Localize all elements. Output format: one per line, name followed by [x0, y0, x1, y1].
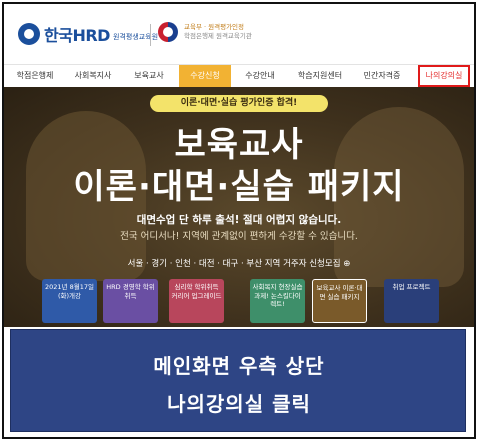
promo-card[interactable]: 사회복지 현장실습과제! 논스킬다이렉트! [250, 279, 305, 323]
gov-line1: 교육부 · 원격평가인정 [184, 23, 245, 31]
header-divider [150, 24, 151, 46]
promo-card-selected[interactable]: 보육교사 이론·대면 실습 패키지 [312, 279, 367, 323]
caption-line1: 메인화면 우측 상단 [153, 354, 325, 378]
promo-card[interactable]: 심리학 학위취득 커리어 업그레이드 [169, 279, 224, 323]
main-nav: 학점은행제 사회복지사 보육교사 수강신청 수강안내 학습지원센터 민간자격증 … [4, 64, 474, 88]
gov-emblem-icon [158, 22, 178, 42]
promo-card[interactable]: HRD 경영학 학위취득 [103, 279, 158, 323]
nav-item-credit-bank[interactable]: 학점은행제 [12, 65, 58, 87]
nav-item-enroll[interactable]: 수강신청 [179, 65, 231, 87]
promo-card[interactable]: 취업 프로젝트 [384, 279, 439, 323]
gov-certification: 교육부 · 원격평가인정 학점은행제 원격교육기관 [158, 22, 252, 42]
logo-text: 한국HRD [44, 26, 110, 45]
nav-item-learning-support[interactable]: 학습지원센터 [291, 65, 349, 87]
tutorial-frame: 한국HRD 원격평생교육원 교육부 · 원격평가인정 학점은행제 원격교육기관 … [2, 2, 476, 439]
banner-badge: 이론·대면·실습 평가인증 합격! [150, 95, 328, 112]
banner-subtitle2: 전국 어디서나! 지역에 관계없이 편하게 수강할 수 있습니다. [120, 231, 358, 242]
instruction-caption: 메인화면 우측 상단 나의강의실 클릭 [10, 329, 466, 432]
nav-item-private-certificate[interactable]: 민간자격증 [356, 65, 408, 87]
site-logo[interactable]: 한국HRD 원격평생교육원 [18, 22, 158, 46]
banner-title-line2: 이론·대면·실습 패키지 [73, 167, 405, 207]
banner-regions[interactable]: 서울 · 경기 · 인천 · 대전 · 대구 · 부산 지역 거주자 신청모집 … [4, 257, 474, 269]
banner-subtitle: 대면수업 단 하루 출석! 절대 어렵지 않습니다. [136, 214, 342, 226]
hrd-logo-icon [18, 23, 40, 45]
gov-line2: 학점은행제 원격교육기관 [184, 32, 252, 40]
site-header: 한국HRD 원격평생교육원 교육부 · 원격평가인정 학점은행제 원격교육기관 [4, 4, 474, 64]
caption-line2: 나의강의실 클릭 [167, 392, 311, 416]
nav-item-my-classroom[interactable]: 나의강의실 [418, 65, 470, 87]
promo-card[interactable]: 2021년 8월17일(화)개강 [42, 279, 97, 323]
nav-item-childcare-teacher[interactable]: 보육교사 [126, 65, 172, 87]
nav-item-course-guide[interactable]: 수강안내 [237, 65, 283, 87]
hero-banner[interactable]: 이론·대면·실습 평가인증 합격! 보육교사 이론·대면·실습 패키지 대면수업… [4, 87, 474, 327]
logo-subtext: 원격평생교육원 [112, 33, 159, 41]
nav-item-social-worker[interactable]: 사회복지사 [68, 65, 118, 87]
